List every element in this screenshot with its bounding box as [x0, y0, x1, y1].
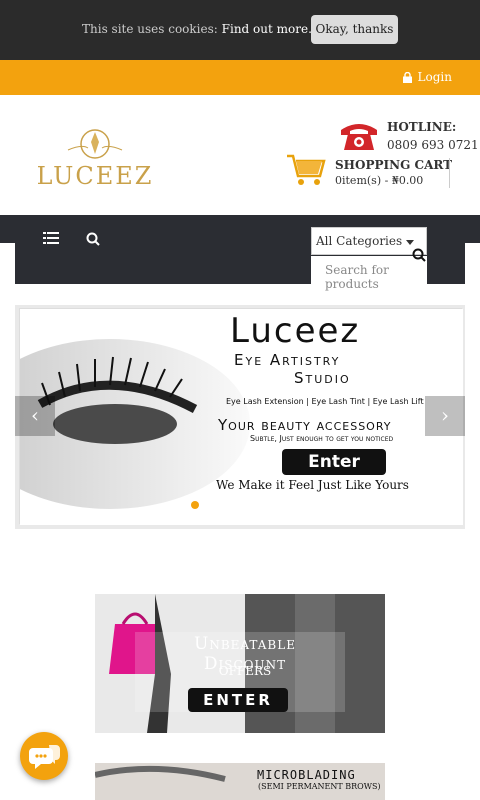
chat-button[interactable] — [20, 732, 68, 780]
cookie-accept-button[interactable]: Okay, thanks — [311, 15, 398, 44]
service-item: Eye Lash Lift — [372, 397, 424, 406]
cookie-message: This site uses cookies: Find out more. — [82, 22, 312, 36]
banner2-line1: MICROBLADING — [257, 768, 356, 782]
hotline-number[interactable]: 0809 693 0721 — [387, 138, 479, 152]
cart-icon[interactable] — [286, 153, 326, 187]
discount-banner[interactable]: Unbeatable Discount offers ENTER — [95, 594, 385, 733]
chat-icon — [29, 745, 60, 769]
top-bar: Login — [0, 60, 480, 95]
microblading-banner[interactable]: MICROBLADING (SEMI PERMANENT BROWS) — [95, 763, 385, 800]
slide-footer: We Make it Feel Just Like Yours — [216, 478, 409, 492]
svg-text:LUCEEZ: LUCEEZ — [38, 162, 153, 190]
login-label: Login — [417, 70, 452, 84]
search-input[interactable]: Search for products — [311, 256, 427, 291]
cookie-find-out-link[interactable]: Find out more. — [222, 22, 312, 36]
slider-prev-button[interactable]: ‹ — [15, 396, 55, 436]
cookie-text: This site uses cookies: — [82, 22, 218, 36]
cart-divider — [449, 158, 450, 188]
phone-icon — [339, 120, 379, 152]
banner-enter-button[interactable]: ENTER — [188, 688, 288, 712]
cookie-bar: This site uses cookies: Find out more. O… — [0, 0, 480, 60]
search-submit-icon[interactable] — [412, 247, 426, 266]
banner-line2: offers — [218, 660, 272, 680]
category-select[interactable]: All Categories — [311, 227, 427, 255]
slider-dot[interactable] — [191, 501, 199, 509]
site-logo[interactable]: LUCEEZ — [37, 126, 153, 190]
chevron-down-icon — [406, 240, 414, 245]
category-value: All Categories — [316, 234, 403, 248]
slider-next-button[interactable]: › — [425, 396, 465, 436]
service-item: Eye Lash Tint — [311, 397, 365, 406]
login-link[interactable]: Login — [402, 70, 452, 84]
cart-title[interactable]: SHOPPING CART — [335, 158, 452, 172]
banner2-line2: (SEMI PERMANENT BROWS) — [258, 782, 381, 791]
slide-line1: Eye Artistry — [234, 351, 341, 369]
hotline-label: HOTLINE: — [387, 120, 457, 134]
service-item: Eye Lash Extension — [226, 397, 304, 406]
search-icon[interactable] — [86, 231, 100, 250]
hero-slider: Luceez Eye Artistry Studio Eye Lash Exte… — [15, 305, 465, 529]
cart-summary[interactable]: 0item(s) - ₦0.00 — [335, 174, 423, 187]
slide-enter-button[interactable]: Enter — [282, 449, 386, 475]
slide-brand: Luceez — [230, 311, 361, 351]
menu-list-icon[interactable] — [43, 229, 59, 248]
lock-icon — [402, 71, 412, 83]
slide-line2: Studio — [294, 369, 351, 387]
